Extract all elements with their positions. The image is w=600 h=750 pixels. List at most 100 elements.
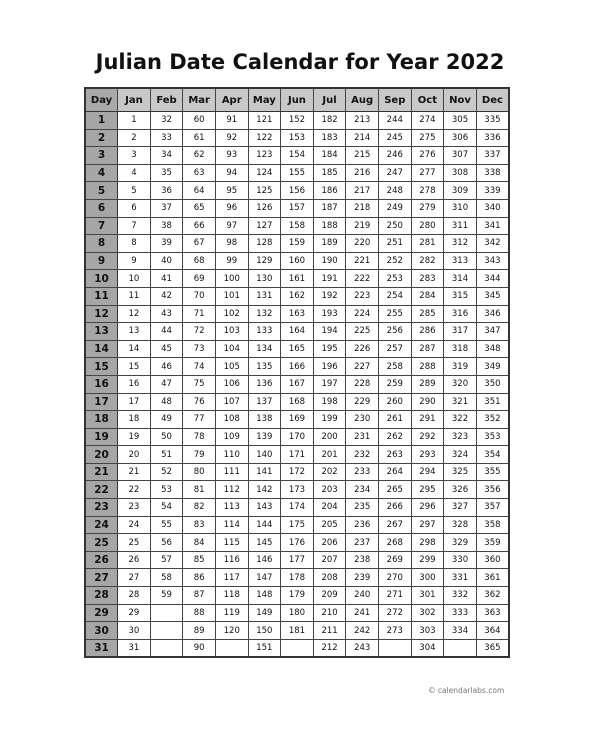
julian-day-cell: 186 <box>312 181 347 200</box>
table-row: 12 12 43 71 102 132 163 193 224 255 285 316 346 <box>84 304 510 324</box>
julian-day-cell: 98 <box>214 234 249 253</box>
julian-day-cell: 91 <box>214 111 249 130</box>
julian-day-cell: 36 <box>149 181 184 200</box>
julian-day-cell: 265 <box>377 480 412 500</box>
julian-day-cell: 210 <box>312 603 347 623</box>
julian-day-cell: 73 <box>182 339 216 359</box>
julian-day-cell: 138 <box>247 410 282 429</box>
julian-day-cell: 80 <box>182 462 216 482</box>
table-row: 31 31 90 151 212 243 304 365 <box>84 638 510 658</box>
julian-day-cell: 297 <box>410 515 445 535</box>
julian-day-cell: 28 <box>117 586 151 605</box>
julian-day-cell: 146 <box>247 550 282 570</box>
julian-day-cell: 257 <box>377 339 412 359</box>
julian-day-cell: 232 <box>345 445 379 464</box>
julian-day-cell: 114 <box>214 515 249 535</box>
day-number-cell: 29 <box>84 603 119 623</box>
julian-day-cell: 280 <box>410 216 445 236</box>
julian-day-cell: 162 <box>280 286 314 306</box>
julian-day-cell: 32 <box>149 111 184 130</box>
julian-day-cell: 137 <box>247 392 282 412</box>
column-header-may: May <box>247 87 282 112</box>
julian-day-cell: 199 <box>312 410 347 429</box>
julian-day-cell: 179 <box>280 586 314 605</box>
julian-day-cell: 349 <box>475 357 510 376</box>
julian-day-cell: 23 <box>117 498 151 517</box>
table-row: 11 11 42 70 101 131 162 192 223 254 284 315 345 <box>84 286 510 306</box>
julian-day-cell: 180 <box>280 603 314 623</box>
column-header-feb: Feb <box>149 87 184 112</box>
julian-day-cell: 303 <box>410 621 445 640</box>
julian-day-cell: 283 <box>410 269 445 288</box>
julian-day-cell: 250 <box>377 216 412 236</box>
day-number-cell: 12 <box>84 304 119 324</box>
julian-day-cell: 274 <box>410 111 445 130</box>
table-row: 4 4 35 63 94 124 155 185 216 247 277 308 338 <box>84 163 510 183</box>
julian-day-cell: 343 <box>475 251 510 271</box>
julian-day-cell: 273 <box>377 621 412 640</box>
julian-day-cell: 266 <box>377 498 412 517</box>
julian-day-cell: 154 <box>280 146 314 165</box>
julian-day-cell: 267 <box>377 515 412 535</box>
julian-day-cell: 171 <box>280 445 314 464</box>
julian-day-cell: 299 <box>410 550 445 570</box>
table-row: 30 30 89 120 150 181 211 242 273 303 334 364 <box>84 621 510 640</box>
julian-day-cell: 109 <box>214 427 249 447</box>
julian-day-cell: 217 <box>345 181 379 200</box>
julian-day-cell: 314 <box>443 269 477 288</box>
julian-day-cell: 279 <box>410 198 445 218</box>
julian-day-cell: 183 <box>312 128 347 148</box>
julian-day-cell: 334 <box>443 621 477 640</box>
julian-day-cell: 261 <box>377 410 412 429</box>
julian-day-cell: 182 <box>312 111 347 130</box>
julian-day-cell: 128 <box>247 234 282 253</box>
julian-day-cell: 258 <box>377 357 412 376</box>
julian-day-cell: 214 <box>345 128 379 148</box>
day-number-cell: 10 <box>84 269 119 288</box>
julian-day-cell: 211 <box>312 621 347 640</box>
column-header-day: Day <box>84 87 119 112</box>
julian-day-cell: 158 <box>280 216 314 236</box>
julian-day-cell: 63 <box>182 163 216 183</box>
julian-day-cell: 96 <box>214 198 249 218</box>
julian-day-cell: 245 <box>377 128 412 148</box>
julian-day-cell: 17 <box>117 392 151 412</box>
julian-day-cell: 270 <box>377 568 412 588</box>
table-row: 15 15 46 74 105 135 166 196 227 258 288 319 349 <box>84 357 510 376</box>
julian-day-cell: 294 <box>410 462 445 482</box>
julian-day-cell: 359 <box>475 533 510 552</box>
day-number-cell: 27 <box>84 568 119 588</box>
julian-day-cell: 48 <box>149 392 184 412</box>
julian-day-cell: 340 <box>475 198 510 218</box>
julian-day-cell: 288 <box>410 357 445 376</box>
julian-day-cell: 304 <box>410 638 445 658</box>
julian-day-cell: 167 <box>280 374 314 394</box>
julian-day-cell: 68 <box>182 251 216 271</box>
day-number-cell: 17 <box>84 392 119 412</box>
julian-day-cell: 111 <box>214 462 249 482</box>
julian-day-cell: 286 <box>410 322 445 341</box>
julian-day-cell: 287 <box>410 339 445 359</box>
julian-day-cell: 203 <box>312 480 347 500</box>
julian-day-cell: 34 <box>149 146 184 165</box>
julian-day-cell: 301 <box>410 586 445 605</box>
julian-day-cell: 227 <box>345 357 379 376</box>
julian-day-cell: 248 <box>377 181 412 200</box>
julian-day-cell: 233 <box>345 462 379 482</box>
julian-day-cell: 94 <box>214 163 249 183</box>
day-number-cell: 8 <box>84 234 119 253</box>
julian-day-cell: 344 <box>475 269 510 288</box>
julian-day-cell: 360 <box>475 550 510 570</box>
julian-day-cell: 345 <box>475 286 510 306</box>
julian-day-cell: 7 <box>117 216 151 236</box>
table-row: 18 18 49 77 108 138 169 199 230 261 291 322 352 <box>84 410 510 429</box>
table-row: 9 9 40 68 99 129 160 190 221 252 282 313 343 <box>84 251 510 271</box>
julian-day-cell: 38 <box>149 216 184 236</box>
julian-day-cell: 221 <box>345 251 379 271</box>
day-number-cell: 31 <box>84 638 119 658</box>
julian-day-cell: 281 <box>410 234 445 253</box>
julian-day-cell: 159 <box>280 234 314 253</box>
julian-day-cell: 13 <box>117 322 151 341</box>
julian-day-cell: 363 <box>475 603 510 623</box>
julian-day-cell: 352 <box>475 410 510 429</box>
